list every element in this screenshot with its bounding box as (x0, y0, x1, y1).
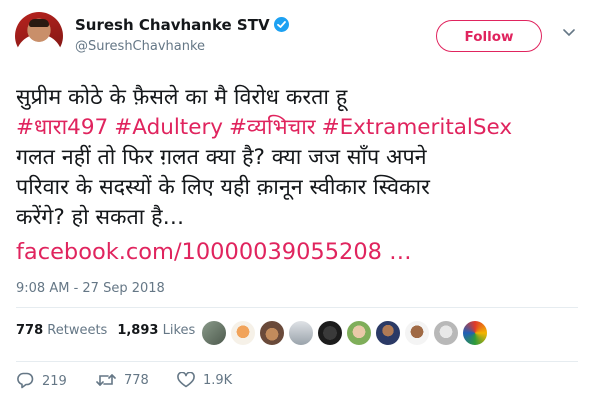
heart-icon (177, 371, 195, 388)
reply-icon (17, 372, 34, 389)
hashtag-extrameritalsex[interactable]: #ExtrameritalSex (322, 115, 513, 140)
profile-avatar[interactable] (15, 12, 63, 60)
liker-avatar[interactable] (201, 320, 227, 346)
display-name[interactable]: Suresh Chavhanke STV (75, 16, 289, 34)
retweets-count: 778 (16, 323, 44, 338)
reply-action[interactable]: 219 (16, 372, 67, 389)
divider (16, 307, 578, 308)
display-name-text[interactable]: Suresh Chavhanke STV (75, 16, 270, 34)
retweets-label: Retweets (47, 323, 108, 338)
tweet-line: परिवार के सदस्यों के लिए यही क़ानून स्वी… (16, 175, 430, 200)
likes-count: 1,893 (117, 323, 159, 338)
facebook-link[interactable]: facebook.com/10000039055208 … (16, 239, 412, 265)
liker-avatar[interactable] (230, 320, 256, 346)
reply-count: 219 (42, 374, 67, 389)
verified-badge-icon (273, 17, 289, 32)
liker-avatar[interactable] (404, 320, 430, 346)
retweet-icon (96, 374, 116, 386)
tweet-text: सुप्रीम कोठे के फ़ैसले का मै विरोध करता … (16, 83, 586, 268)
liker-avatar[interactable] (288, 320, 314, 346)
liker-avatar[interactable] (346, 320, 372, 346)
liker-avatar[interactable] (317, 320, 343, 346)
like-action[interactable]: 1.9K (177, 371, 233, 388)
tweet-line: गलत नहीं तो फिर ग़लत क्या है? क्या जज सा… (16, 145, 427, 170)
hashtag-vyabhichar[interactable]: #व्यभिचार (229, 115, 316, 140)
tweet-stats: 778 Retweets 1,893 Likes (16, 323, 195, 338)
user-handle[interactable]: @SureshChavhanke (75, 39, 205, 54)
hashtag-dhara497[interactable]: #धारा497 (16, 115, 108, 140)
liker-avatar[interactable] (433, 320, 459, 346)
chevron-down-icon[interactable] (563, 29, 575, 37)
retweets-stat[interactable]: 778 Retweets (16, 323, 107, 338)
retweet-count: 778 (124, 373, 149, 388)
tweet-line: करेंगे? हो सकता है… (16, 205, 185, 230)
hashtag-line: #धारा497 #Adultery #व्यभिचार #ExtrameritalS… (16, 113, 586, 143)
likes-label: Likes (162, 323, 196, 338)
retweet-action[interactable]: 778 (96, 372, 149, 388)
liker-avatar[interactable] (375, 320, 401, 346)
liker-avatar[interactable] (462, 320, 488, 346)
tweet-timestamp[interactable]: 9:08 AM - 27 Sep 2018 (16, 281, 165, 296)
tweet-line: सुप्रीम कोठे के फ़ैसले का मै विरोध करता … (16, 85, 348, 110)
hashtag-adultery[interactable]: #Adultery (114, 115, 223, 140)
divider (16, 361, 578, 362)
liker-avatar[interactable] (259, 320, 285, 346)
follow-button[interactable]: Follow (436, 20, 542, 52)
like-count: 1.9K (203, 373, 233, 388)
likes-stat[interactable]: 1,893 Likes (117, 323, 195, 338)
